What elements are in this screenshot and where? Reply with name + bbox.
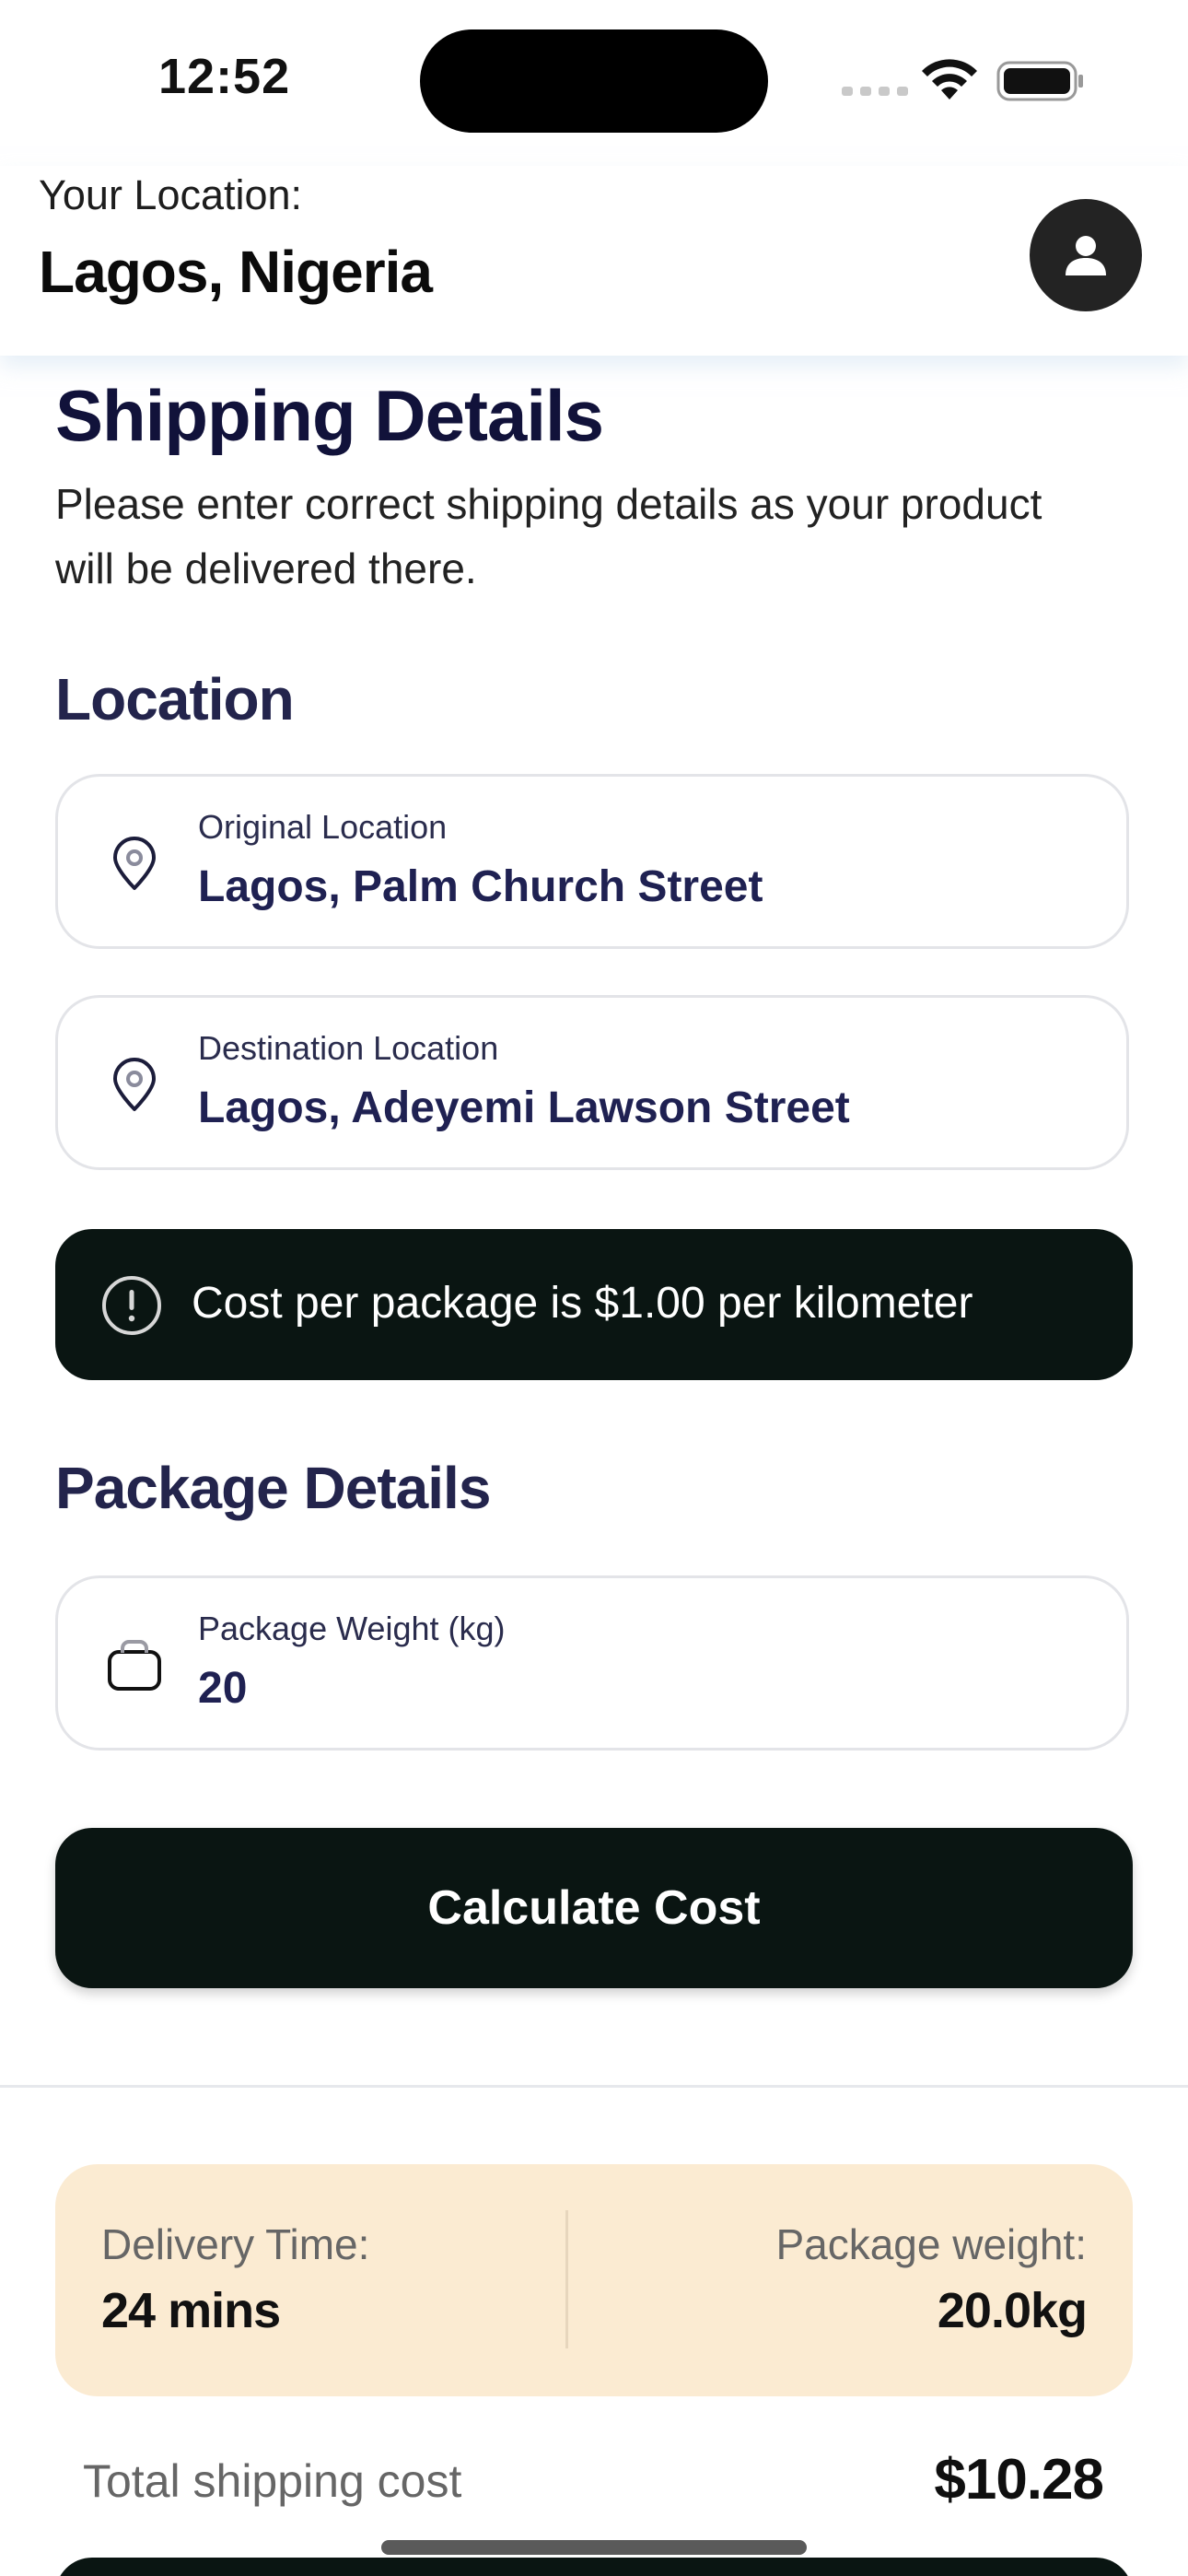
total-shipping-cost-label: Total shipping cost xyxy=(83,2455,462,2507)
current-location[interactable]: Lagos, Nigeria xyxy=(39,238,433,306)
package-section-title: Package Details xyxy=(55,1455,491,1521)
destination-location-value[interactable]: Lagos, Adeyemi Lawson Street xyxy=(198,1083,850,1133)
summary-divider xyxy=(565,2210,568,2348)
proceed-button[interactable] xyxy=(55,2558,1133,2576)
origin-location-value[interactable]: Lagos, Palm Church Street xyxy=(198,861,763,912)
home-indicator xyxy=(381,2540,807,2555)
page-subtitle: Please enter correct shipping details as… xyxy=(55,480,1042,592)
your-location-label: Your Location: xyxy=(39,171,303,218)
package-weight-field[interactable]: Package Weight (kg) 20 xyxy=(55,1575,1129,1751)
location-header: Your Location: Lagos, Nigeria xyxy=(0,166,1188,356)
status-bar: 12:52 xyxy=(0,0,1188,166)
origin-location-field[interactable]: Original Location Lagos, Palm Church Str… xyxy=(55,774,1129,949)
pricing-notice: Cost per package is $1.00 per kilometer xyxy=(55,1229,1133,1380)
wifi-icon xyxy=(922,59,977,100)
status-time: 12:52 xyxy=(158,49,291,104)
shipping-details-screen: 12:52 Your Location: Lagos, Nigeria Ship… xyxy=(0,0,1188,2576)
info-icon xyxy=(102,1276,161,1335)
delivery-time-label: Delivery Time: xyxy=(101,2220,370,2268)
calculate-cost-button[interactable]: Calculate Cost xyxy=(55,1828,1133,1988)
pricing-notice-text: Cost per package is $1.00 per kilometer xyxy=(192,1279,973,1328)
location-section-title: Location xyxy=(55,666,295,732)
shipping-summary-card: Delivery Time: 24 mins Package weight: 2… xyxy=(55,2164,1133,2396)
dynamic-island xyxy=(420,29,768,133)
origin-location-label: Original Location xyxy=(198,808,448,846)
battery-icon xyxy=(996,61,1083,101)
destination-location-field[interactable]: Destination Location Lagos, Adeyemi Laws… xyxy=(55,995,1129,1170)
package-weight-summary-value: 20.0kg xyxy=(937,2283,1088,2338)
package-weight-summary-label: Package weight: xyxy=(775,2220,1087,2268)
signal-icon xyxy=(842,87,908,96)
section-divider xyxy=(0,2085,1188,2088)
profile-button[interactable] xyxy=(1030,199,1142,311)
package-weight-label: Package Weight (kg) xyxy=(198,1610,506,1647)
user-icon xyxy=(1066,236,1106,275)
destination-location-label: Destination Location xyxy=(198,1029,499,1067)
page-title: Shipping Details xyxy=(55,375,604,456)
location-pin-icon xyxy=(113,837,156,890)
total-shipping-cost-value: $10.28 xyxy=(934,2448,1104,2512)
bag-icon xyxy=(108,1640,161,1691)
package-weight-input[interactable]: 20 xyxy=(198,1663,247,1714)
delivery-time-value: 24 mins xyxy=(101,2283,281,2338)
location-pin-icon xyxy=(113,1058,156,1111)
